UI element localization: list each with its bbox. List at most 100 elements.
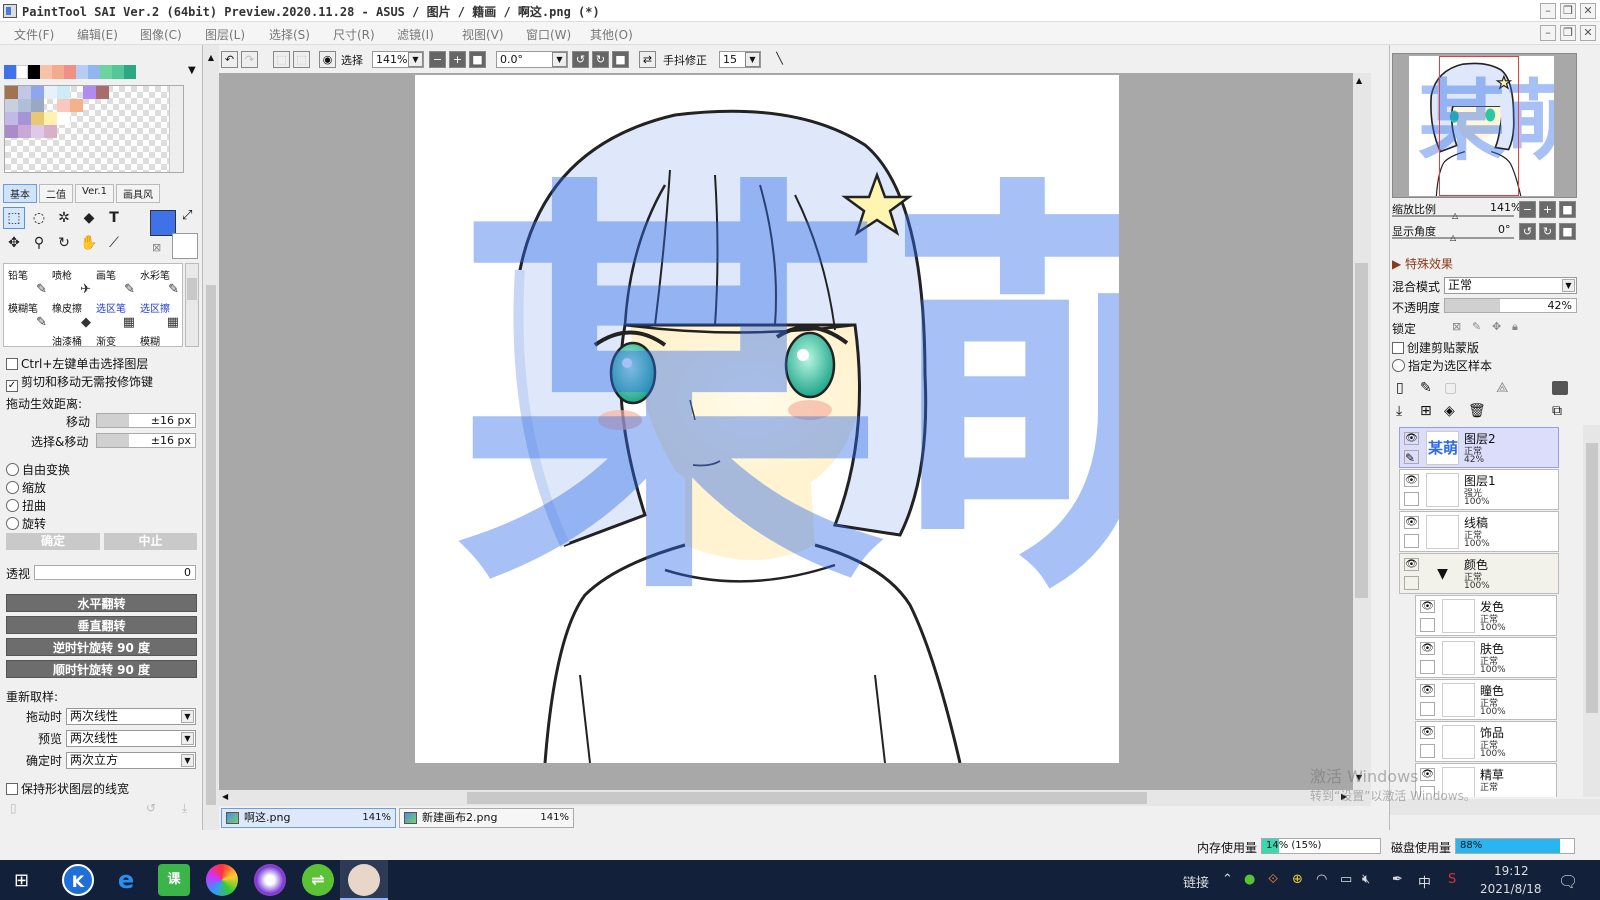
clock-date[interactable]: 2021/8/18 <box>1480 882 1542 896</box>
folder-expand-icon[interactable]: ▼ <box>1426 557 1459 591</box>
lasso-icon[interactable]: ◌ <box>28 207 50 229</box>
keep-stroke-option[interactable]: 保持形状图层的线宽 <box>6 780 129 797</box>
lock-paint-icon[interactable]: ✎ <box>1472 320 1481 333</box>
clock-time[interactable]: 19:12 <box>1494 864 1529 878</box>
menu-edit[interactable]: 编辑(E) <box>77 26 118 43</box>
tray-plus-icon[interactable]: ⊕ <box>1292 872 1303 887</box>
rotate-reset-button[interactable]: ■ <box>612 51 629 68</box>
canvas-paper[interactable]: 某萌 <box>415 75 1119 763</box>
straight-line-icon[interactable]: ╲ <box>771 51 788 68</box>
brush-slot[interactable]: 模糊笔 ✎ <box>6 299 50 332</box>
color-app-icon[interactable] <box>206 864 238 896</box>
menu-size[interactable]: 尺寸(R) <box>333 26 375 43</box>
volume-muted-icon[interactable]: 🔇︎ <box>1362 872 1370 887</box>
rotate-ccw-button[interactable]: 逆时针旋转 90 度 <box>6 638 197 656</box>
visibility-eye-icon[interactable]: 👁︎ <box>1404 432 1419 445</box>
kuwo-app-icon[interactable]: K <box>62 864 94 896</box>
color-swatch[interactable] <box>100 65 112 79</box>
left-panel-scrollbar[interactable]: ▲ <box>203 45 219 830</box>
sai-taskbar-item[interactable] <box>340 860 388 900</box>
zoom-in-button[interactable]: + <box>449 51 466 68</box>
zoom-reset-button[interactable]: ■ <box>469 51 486 68</box>
pen-icon[interactable]: ✒ <box>1392 872 1403 887</box>
visibility-eye-icon[interactable]: 👁︎ <box>1420 768 1435 781</box>
brush-slot[interactable]: 铅笔 ✎ <box>6 266 50 299</box>
windows-start-icon[interactable]: ⊞ <box>14 870 29 891</box>
layer-options-icon[interactable]: ⧉ <box>1552 403 1562 419</box>
swap-colors-icon[interactable]: ⤢ <box>182 208 192 223</box>
cancel-button[interactable]: 中止 <box>104 533 197 550</box>
visibility-eye-icon[interactable]: 👁︎ <box>1404 474 1419 487</box>
delete-layer-icon[interactable]: 🗑︎ <box>1468 403 1486 419</box>
save-icon[interactable]: ⤓ <box>182 801 187 816</box>
tab-basic[interactable]: 基本 <box>3 184 37 203</box>
undo-icon[interactable]: ↺ <box>146 801 156 815</box>
lock-move-icon[interactable]: ✥ <box>1492 320 1501 333</box>
deselect-button[interactable]: ⬚ <box>273 51 290 68</box>
color-swatch[interactable] <box>64 65 76 79</box>
brush-slot[interactable]: 橡皮擦 ◆ <box>50 299 94 332</box>
page-icon[interactable]: ▯ <box>10 801 17 815</box>
close-button[interactable]: ✕ <box>1580 3 1596 19</box>
tray-share-icon[interactable]: ⟐ <box>1268 872 1278 887</box>
layer-lock-toggle[interactable] <box>1404 576 1419 590</box>
zoom-out-button[interactable]: − <box>429 51 446 68</box>
layer-row[interactable]: 👁︎ 图层1 强光 100% <box>1399 469 1559 510</box>
new-layer-icon[interactable]: ▯ <box>1396 380 1404 396</box>
clip-mask-checkbox[interactable] <box>1392 342 1404 354</box>
doc-minimize-button[interactable]: – <box>1540 25 1556 41</box>
display-angle-slider[interactable]: △ <box>1392 233 1514 242</box>
navigator[interactable]: 某萌 <box>1392 53 1577 198</box>
doc-close-button[interactable]: ✕ <box>1580 25 1596 41</box>
brush-slot[interactable]: 选区擦 ▦ <box>138 299 182 332</box>
doc-restore-button[interactable]: ❐ <box>1560 25 1576 41</box>
flip-vertical-button[interactable]: 垂直翻转 <box>6 616 197 634</box>
layer-row[interactable]: 👁︎ 饰品 正常 100% <box>1415 721 1557 762</box>
cut-move-option[interactable]: ✓ 剪切和移动无需按修饰键 <box>6 373 153 392</box>
new-linework-layer-icon[interactable]: ✎ <box>1420 380 1432 396</box>
invert-select-button[interactable]: ⬚ <box>293 51 310 68</box>
color-swatch[interactable] <box>16 65 28 79</box>
design-app-icon[interactable] <box>254 864 286 896</box>
restore-button[interactable]: ❐ <box>1560 3 1576 19</box>
course-app-icon[interactable]: 课 <box>158 864 190 896</box>
duplicate-layer-icon[interactable]: ⊞ <box>1420 403 1432 419</box>
canvas-area[interactable]: 某萌 ▲ ▼ <box>219 73 1371 790</box>
menu-filter[interactable]: 滤镜(I) <box>397 26 434 43</box>
nav-rotate-right-button[interactable]: ↻ <box>1539 223 1556 240</box>
lock-icon[interactable]: 🔒︎ <box>1512 320 1518 334</box>
battery-icon[interactable]: ▭ <box>1340 872 1352 887</box>
layer-row[interactable]: 👁︎ 发色 正常 100% <box>1415 595 1557 636</box>
layer-row[interactable]: 👁︎ ▼ 颜色 正常 100% <box>1399 553 1559 594</box>
layer-list-scrollbar[interactable] <box>1583 425 1600 797</box>
blend-mode-select[interactable]: 正常 ▼ <box>1444 277 1577 294</box>
transform-distort[interactable]: 扭曲 <box>6 497 46 514</box>
layer-row[interactable]: 👁︎ 精草 正常 <box>1415 763 1557 797</box>
color-swatch[interactable] <box>40 65 52 79</box>
merge-down-icon[interactable]: ⤓ <box>1396 403 1402 419</box>
color-swatches[interactable] <box>4 65 136 79</box>
ime-indicator[interactable]: 中 <box>1418 872 1431 891</box>
undo-button[interactable]: ↶ <box>221 51 238 68</box>
shape-icon[interactable]: ◆ <box>78 207 100 229</box>
nav-zoom-reset-button[interactable]: ■ <box>1559 201 1576 218</box>
sogou-ime-icon[interactable]: S <box>1448 872 1456 887</box>
brush-slot[interactable]: 水彩笔 ✎ <box>138 266 182 299</box>
chevron-down-icon[interactable]: ▼ <box>552 52 567 67</box>
tab-painter[interactable]: 画具风 <box>115 184 160 203</box>
transform-scale[interactable]: 缩放 <box>6 479 46 496</box>
brush-slot[interactable]: 喷枪 ✈ <box>50 266 94 299</box>
doc-tab-2[interactable]: 新建画布2.png 141% <box>399 808 574 828</box>
shape-layer-icon[interactable]: ⟁ <box>1496 380 1509 396</box>
layer-lock-toggle[interactable] <box>1404 534 1419 548</box>
brush-slot[interactable]: 画笔 ✎ <box>94 266 138 299</box>
nav-zoom-out-button[interactable]: − <box>1519 201 1536 218</box>
layer-lock-toggle[interactable] <box>1420 660 1435 674</box>
chevron-down-icon[interactable]: ▼ <box>408 52 423 67</box>
layer-lock-toggle[interactable] <box>1420 786 1435 797</box>
move-icon[interactable]: ✥ <box>3 232 25 254</box>
nav-zoom-in-button[interactable]: + <box>1539 201 1556 218</box>
rotate-left-button[interactable]: ↺ <box>572 51 589 68</box>
doc-tab-1[interactable]: 啊这.png 141% <box>221 808 396 828</box>
layer-row[interactable]: 👁︎ 瞳色 正常 100% <box>1415 679 1557 720</box>
